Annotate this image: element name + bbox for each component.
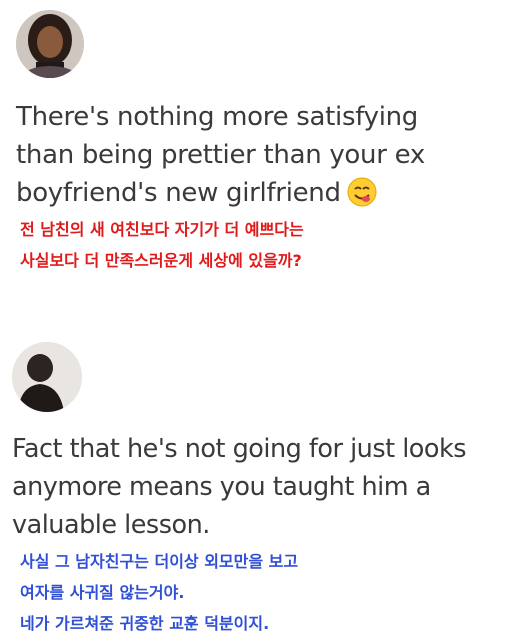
user-avatar-woman-icon — [16, 10, 84, 78]
translation-line: 네가 가르쳐준 귀중한 교훈 덕분이지. — [20, 614, 270, 633]
post-2: Fact that he's not going for just looks … — [0, 330, 525, 640]
avatar[interactable] — [16, 10, 84, 78]
avatar[interactable] — [12, 342, 82, 412]
yum-face-emoji-icon — [347, 177, 377, 218]
tweet-text: Fact that he's not going for just looks … — [12, 430, 522, 544]
translation-line: 전 남친의 새 여친보다 자기가 더 예쁘다는 — [20, 220, 304, 239]
korean-translation: 사실 그 남자친구는 더이상 외모만을 보고 여자를 사귀질 않는거야. 네가 … — [20, 546, 298, 639]
tweet-line-text: boyfriend's new girlfriend — [16, 178, 341, 208]
user-avatar-silhouette-icon — [12, 342, 82, 412]
tweet-line: boyfriend's new girlfriend — [16, 174, 511, 218]
tweet-line: There's nothing more satisfying — [16, 102, 419, 132]
translation-line: 사실 그 남자친구는 더이상 외모만을 보고 — [20, 552, 299, 571]
tweet-line: anymore means you taught him a — [12, 472, 431, 502]
korean-translation: 전 남친의 새 여친보다 자기가 더 예쁘다는 사실보다 더 만족스러운게 세상… — [20, 214, 304, 276]
post-1: There's nothing more satisfying than bei… — [0, 0, 525, 310]
tweet-line: valuable lesson. — [12, 510, 210, 540]
translation-line: 사실보다 더 만족스러운게 세상에 있을까? — [20, 251, 302, 270]
tweet-line: than being prettier than your ex — [16, 140, 425, 170]
tweet-line: Fact that he's not going for just looks — [12, 434, 467, 464]
tweet-text: There's nothing more satisfying than bei… — [16, 98, 511, 218]
translation-line: 여자를 사귀질 않는거야. — [20, 583, 185, 602]
